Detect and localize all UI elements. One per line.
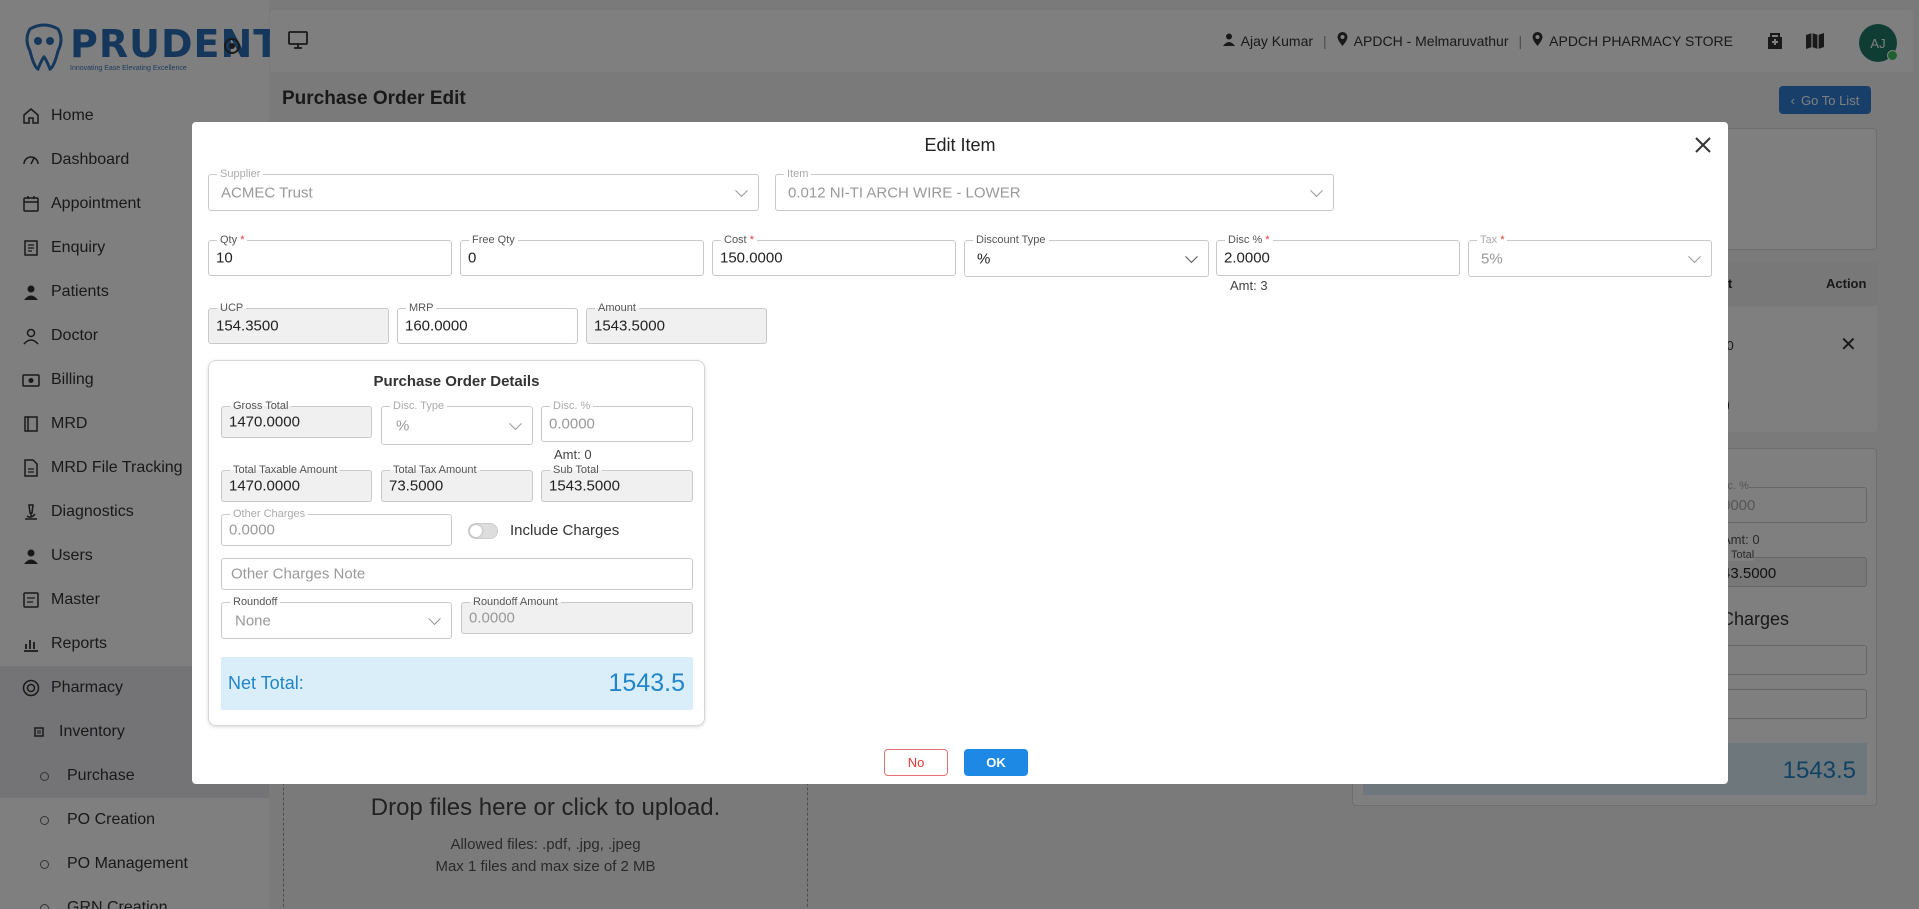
field-placeholder: Other Charges Note: [231, 565, 366, 583]
field-value: 0.0000: [469, 609, 515, 627]
field-label: Amount: [595, 301, 639, 315]
amount-field: Amount 1543.5000: [586, 301, 767, 344]
required-mark: *: [1265, 234, 1270, 246]
field-value: ACMEC Trust: [221, 184, 313, 201]
net-total-box: Net Total: 1543.5: [221, 657, 693, 710]
field-value: 154.3500: [216, 317, 279, 335]
field-value: 5%: [1481, 250, 1503, 267]
field-label: Item: [784, 167, 812, 181]
net-total-label: Net Total:: [228, 673, 304, 693]
discount-type-select[interactable]: Discount Type %: [964, 233, 1209, 277]
chevron-down-icon: [509, 416, 522, 430]
field-value: 150.0000: [720, 249, 783, 267]
field-label: Disc. Type: [390, 399, 448, 413]
roundoff-select[interactable]: Roundoff None: [221, 595, 452, 639]
net-total-value: 1543.5: [608, 669, 685, 697]
field-label: Total Tax Amount: [390, 463, 480, 477]
required-mark: *: [1500, 234, 1505, 246]
field-value: 73.5000: [389, 477, 444, 495]
field-label: Gross Total: [230, 399, 292, 413]
field-value: 160.0000: [405, 317, 468, 335]
required-mark: *: [749, 234, 754, 246]
close-icon[interactable]: [1692, 134, 1714, 156]
field-label: Roundoff Amount: [470, 595, 561, 609]
tax-select[interactable]: Tax * 5%: [1468, 233, 1712, 277]
chevron-down-icon: [1688, 249, 1701, 263]
field-value: 0.012 NI-TI ARCH WIRE - LOWER: [788, 184, 1021, 201]
no-button[interactable]: No: [884, 749, 948, 776]
supplier-select[interactable]: Supplier ACMEC Trust: [208, 167, 759, 211]
field-value: 0.0000: [549, 415, 595, 433]
free-qty-field[interactable]: Free Qty 0: [460, 233, 704, 276]
field-label: Qty: [220, 234, 238, 246]
field-label: Disc. %: [550, 399, 594, 413]
chevron-down-icon: [735, 183, 748, 197]
required-mark: *: [240, 234, 245, 246]
chevron-down-icon: [1310, 183, 1323, 197]
field-value: 10: [216, 249, 233, 267]
field-value: 1470.0000: [229, 413, 300, 431]
field-value: 2.0000: [1224, 249, 1270, 267]
ucp-field: UCP 154.3500: [208, 301, 389, 344]
field-value: 0.0000: [229, 521, 275, 539]
panel-title: Purchase Order Details: [373, 373, 540, 390]
cost-field[interactable]: Cost * 150.0000: [712, 233, 956, 276]
item-select[interactable]: Item 0.012 NI-TI ARCH WIRE - LOWER: [775, 167, 1334, 211]
field-label: Other Charges: [230, 507, 309, 521]
total-taxable-amount-field: Total Taxable Amount 1470.0000: [221, 463, 372, 502]
disc-amount: Amt: 0: [554, 447, 592, 462]
disc-type-select[interactable]: Disc. Type %: [381, 399, 533, 445]
disc-amount: Amt: 3: [1230, 278, 1268, 293]
ok-button[interactable]: OK: [964, 749, 1028, 776]
roundoff-amount-field: Roundoff Amount 0.0000: [461, 595, 693, 634]
field-label: Sub Total: [550, 463, 602, 477]
field-value: 1543.5000: [594, 317, 665, 335]
field-value: 0: [468, 249, 477, 267]
field-value: 1470.0000: [229, 477, 300, 495]
edit-item-modal: Edit Item Supplier ACMEC Trust Item 0.01…: [192, 122, 1728, 784]
chevron-down-icon: [1185, 249, 1198, 263]
field-value: 1543.5000: [549, 477, 620, 495]
field-label: Supplier: [217, 167, 264, 181]
field-label: Discount Type: [973, 233, 1049, 247]
field-value: %: [977, 250, 991, 267]
total-tax-amount-field: Total Tax Amount 73.5000: [381, 463, 533, 502]
field-label: Disc %: [1228, 234, 1263, 246]
field-label: Total Taxable Amount: [230, 463, 341, 477]
field-label: Roundoff: [230, 595, 281, 609]
chevron-down-icon: [428, 611, 441, 625]
field-label: Free Qty: [469, 233, 518, 247]
field-label: Tax: [1480, 234, 1498, 246]
include-charges-toggle[interactable]: [468, 523, 498, 539]
other-charges-field[interactable]: Other Charges 0.0000: [221, 507, 452, 546]
gross-total-field: Gross Total 1470.0000: [221, 399, 372, 438]
disc-pct-field[interactable]: Disc. % 0.0000: [541, 399, 693, 442]
field-value: None: [235, 612, 271, 629]
purchase-order-details-panel: Purchase Order Details Gross Total 1470.…: [208, 360, 705, 726]
mrp-field[interactable]: MRP 160.0000: [397, 301, 578, 344]
sub-total-field: Sub Total 1543.5000: [541, 463, 693, 502]
field-label: Cost: [724, 234, 747, 246]
field-label: MRP: [406, 301, 437, 315]
include-charges-label: Include Charges: [510, 522, 620, 539]
field-label: UCP: [217, 301, 247, 315]
modal-title: Edit Item: [924, 135, 996, 155]
field-value: %: [396, 417, 410, 434]
qty-field[interactable]: Qty * 10: [208, 233, 452, 276]
disc-pct-field[interactable]: Disc % * 2.0000: [1216, 233, 1460, 276]
other-charges-note-input[interactable]: Other Charges Note: [221, 558, 693, 590]
